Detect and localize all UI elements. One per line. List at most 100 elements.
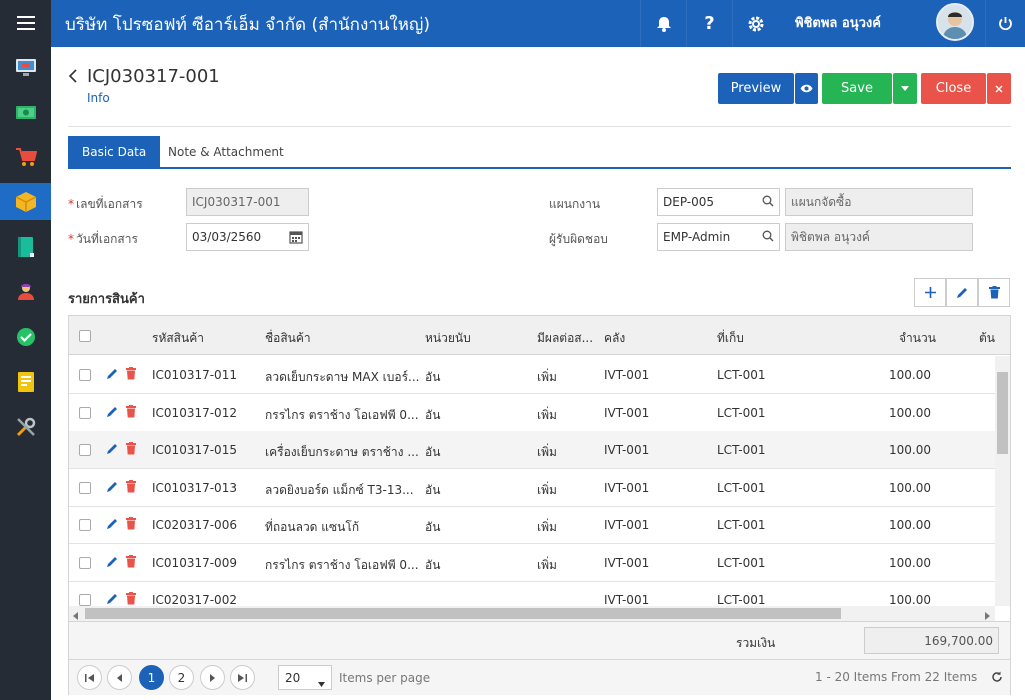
sidebar-item-approval[interactable] — [0, 318, 51, 355]
row-checkbox[interactable] — [79, 594, 91, 606]
col-quantity[interactable]: จำนวน — [899, 329, 936, 348]
row-delete-button[interactable] — [126, 404, 136, 421]
sidebar-item-sales[interactable] — [0, 138, 51, 175]
row-delete-button[interactable] — [126, 517, 136, 533]
col-cost[interactable]: ต้น — [979, 329, 995, 348]
row-edit-button[interactable] — [106, 481, 118, 496]
cell-unit: อัน — [425, 370, 441, 384]
page-1-button[interactable]: 1 — [139, 665, 164, 690]
row-edit-button[interactable] — [106, 593, 118, 606]
save-button[interactable]: Save — [822, 73, 892, 104]
search-icon[interactable] — [762, 230, 774, 245]
col-warehouse[interactable]: คลัง — [604, 329, 625, 348]
col-location[interactable]: ที่เก็บ — [717, 329, 744, 348]
row-edit-button[interactable] — [106, 406, 118, 421]
col-unit[interactable]: หน่วยนับ — [425, 329, 471, 348]
table-row[interactable]: IC010317-011 ลวดเย็บกระดาษ MAX เบอร์... อั… — [69, 356, 995, 394]
row-edit-button[interactable] — [106, 368, 118, 383]
table-row[interactable]: IC010317-015 เครื่องเย็บกระดาษ ตราช้าง ..… — [69, 431, 995, 469]
row-checkbox[interactable] — [79, 519, 91, 531]
dept-code-field[interactable]: DEP-005 — [657, 188, 780, 216]
sidebar-item-hr[interactable] — [0, 273, 51, 310]
page-size-select[interactable]: 20 — [278, 665, 332, 690]
edit-item-button[interactable] — [946, 278, 978, 307]
first-page-button[interactable] — [77, 665, 102, 690]
row-checkbox[interactable] — [79, 369, 91, 381]
sidebar-item-accounting[interactable] — [0, 228, 51, 265]
settings-button[interactable] — [732, 0, 778, 47]
horizontal-scrollbar[interactable] — [69, 606, 995, 621]
sidebar-item-finance[interactable] — [0, 93, 51, 130]
notification-button[interactable] — [640, 0, 686, 47]
close-x-button[interactable] — [987, 73, 1011, 104]
row-delete-button[interactable] — [126, 367, 136, 383]
row-edit-button[interactable] — [106, 518, 118, 533]
row-checkbox[interactable] — [79, 406, 91, 419]
table-row[interactable]: IC010317-009 กรรไกร ตราช้าง โอเอฟพี 0... อ… — [69, 544, 995, 582]
tab-basic-data[interactable]: Basic Data — [68, 136, 161, 167]
row-edit-button[interactable] — [106, 556, 118, 571]
close-icon — [995, 85, 1003, 92]
sidebar-item-settings[interactable] — [0, 408, 51, 445]
cell-product-code: IC010317-012 — [152, 405, 237, 420]
sidebar-item-inventory[interactable] — [0, 183, 51, 220]
col-product-name[interactable]: ชื่อสินค้า — [265, 329, 311, 348]
sidebar-item-reports[interactable] — [0, 363, 51, 400]
preview-button[interactable]: Preview — [718, 73, 794, 104]
cell-product-code: IC010317-009 — [152, 555, 237, 570]
sidebar-item-monitor[interactable] — [0, 48, 51, 85]
chevron-left-icon — [68, 69, 77, 83]
col-effect[interactable]: มีผลต่อส... — [537, 329, 593, 348]
close-button[interactable]: Close — [921, 73, 986, 104]
save-options-button[interactable] — [893, 73, 917, 104]
avatar[interactable] — [936, 3, 974, 41]
delete-item-button[interactable] — [978, 278, 1010, 307]
vertical-scroll-thumb[interactable] — [997, 372, 1008, 454]
doc-date-field[interactable]: 03/03/2560 — [186, 223, 309, 251]
table-row[interactable]: IC010317-013 ลวดยิงบอร์ด แม็กซ์ T3-13... อ… — [69, 469, 995, 507]
vertical-scrollbar[interactable] — [995, 356, 1010, 606]
row-delete-button[interactable] — [126, 479, 136, 496]
horizontal-scroll-thumb[interactable] — [85, 608, 841, 619]
page-size-value: 20 — [285, 671, 301, 685]
row-checkbox[interactable] — [79, 481, 91, 494]
monitor-icon — [15, 58, 36, 76]
cell-quantity: 100.00 — [889, 555, 931, 570]
col-product-code[interactable]: รหัสสินค้า — [152, 329, 204, 348]
next-page-button[interactable] — [200, 665, 225, 690]
row-delete-button[interactable] — [126, 554, 136, 571]
calendar-icon[interactable] — [289, 230, 303, 247]
preview-eye-button[interactable] — [795, 73, 818, 104]
cell-effect: เพิ่ม — [537, 370, 557, 384]
table-row[interactable]: IC020317-002 IVT-001 LCT-001 100.00 — [69, 581, 995, 606]
prev-page-button[interactable] — [107, 665, 132, 690]
row-checkbox[interactable] — [79, 556, 91, 569]
tab-note-attachment[interactable]: Note & Attachment — [154, 136, 298, 167]
top-header: บริษัท โปรซอฟท์ ซีอาร์เอ็ม จำกัด (สำนักง… — [51, 0, 1025, 47]
table-row[interactable]: IC020317-006 ที่ถอนลวด แซนโก้ อัน เพิ่ม IVT-… — [69, 506, 995, 544]
row-edit-button[interactable] — [106, 443, 118, 458]
owner-code-field[interactable]: EMP-Admin — [657, 223, 780, 251]
select-all-checkbox[interactable] — [79, 330, 91, 342]
refresh-button[interactable] — [991, 671, 1003, 686]
cell-product-name: กรรไกร ตราช้าง โอเอฟพี 0... — [265, 557, 419, 572]
user-name[interactable]: พิชิตพล อนุวงค์ — [795, 12, 881, 33]
cell-product-name: ที่ถอนลวด แซนโก้ — [265, 520, 360, 534]
search-icon[interactable] — [762, 195, 774, 210]
cell-unit: อัน — [425, 445, 441, 459]
add-item-button[interactable] — [914, 278, 946, 307]
back-button[interactable] — [68, 68, 77, 87]
cell-warehouse: IVT-001 — [604, 480, 650, 495]
required-asterisk: * — [68, 197, 74, 211]
row-checkbox[interactable] — [79, 444, 91, 456]
page-2-button[interactable]: 2 — [169, 665, 194, 690]
hamburger-menu-button[interactable] — [0, 0, 51, 46]
row-delete-button[interactable] — [126, 592, 136, 606]
row-delete-button[interactable] — [126, 442, 136, 458]
logout-button[interactable] — [985, 0, 1025, 47]
table-row[interactable]: IC010317-012 กรรไกร ตราช้าง โอเอฟพี 0... อ… — [69, 394, 995, 432]
check-circle-icon — [16, 327, 35, 346]
last-page-button[interactable] — [230, 665, 255, 690]
help-button[interactable]: ? — [686, 0, 732, 47]
report-icon — [17, 371, 34, 392]
